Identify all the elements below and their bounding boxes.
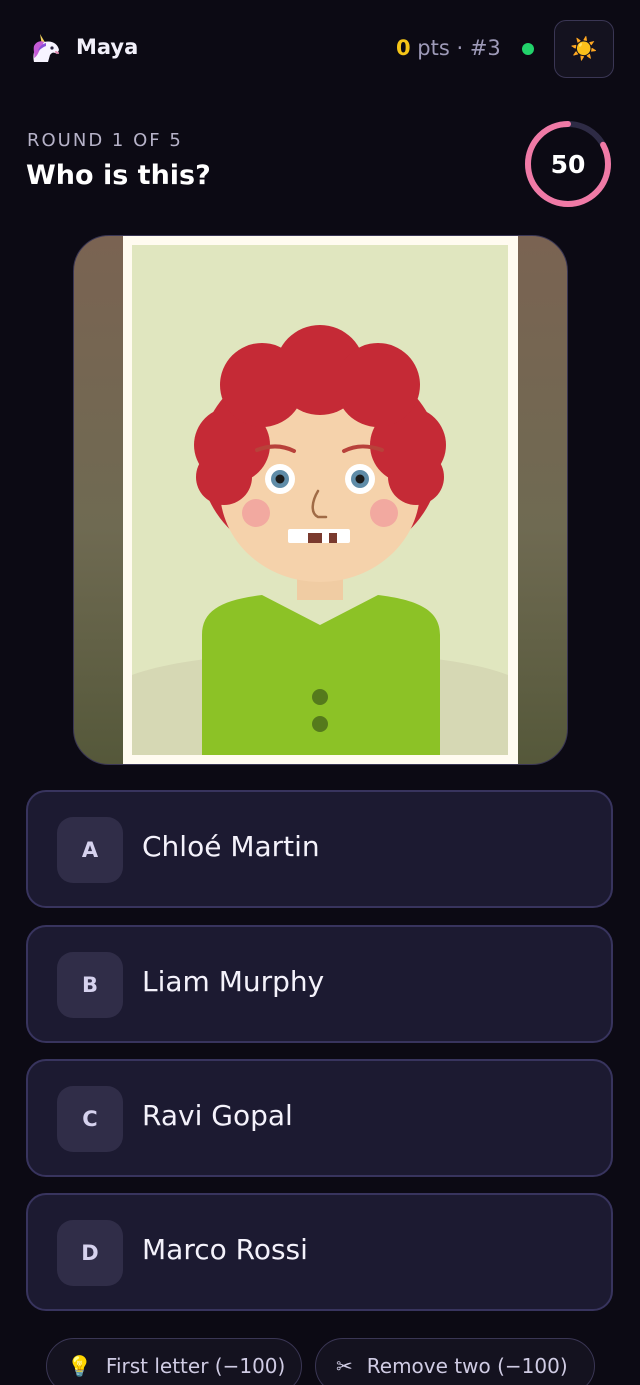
option-label: Chloé Martin <box>142 830 320 863</box>
score-display: 0 pts · #3 <box>396 36 501 60</box>
lifeline-label: First letter (−100) <box>105 1354 286 1378</box>
option-label: Marco Rossi <box>142 1233 308 1266</box>
option-label: Ravi Gopal <box>142 1099 293 1132</box>
scissors-icon: ✂ <box>336 1354 353 1378</box>
option-letter-badge: D <box>57 1220 123 1286</box>
online-status-dot <box>522 43 534 55</box>
answer-option-c[interactable]: C Ravi Gopal <box>26 1059 613 1177</box>
question-title: Who is this? <box>26 160 211 191</box>
sun-icon: ☀️ <box>570 36 598 62</box>
points-value: 0 <box>396 36 411 60</box>
remove-two-hint-button[interactable]: ✂ Remove two (−100) <box>315 1338 595 1385</box>
option-letter-badge: C <box>57 1086 123 1152</box>
answer-option-d[interactable]: D Marco Rossi <box>26 1193 613 1311</box>
portrait-card <box>73 235 568 765</box>
points-rank: pts · #3 <box>410 36 501 60</box>
answer-option-a[interactable]: A Chloé Martin <box>26 790 613 908</box>
lightbulb-icon: 💡 <box>67 1354 92 1378</box>
option-letter-badge: A <box>57 817 123 883</box>
answer-option-b[interactable]: B Liam Murphy <box>26 925 613 1043</box>
portrait-illustration <box>132 245 508 755</box>
portrait-frame <box>123 236 518 764</box>
timer-value: 50 <box>550 149 586 179</box>
lifeline-label: Remove two (−100) <box>366 1354 568 1378</box>
top-bar: Maya 0 pts · #3 ☀️ <box>0 0 640 100</box>
option-label: Liam Murphy <box>142 965 325 998</box>
option-letter-badge: B <box>57 952 123 1018</box>
round-label: ROUND 1 OF 5 <box>27 130 183 151</box>
first-letter-hint-button[interactable]: 💡 First letter (−100) <box>46 1338 302 1385</box>
username: Maya <box>76 35 139 59</box>
unicorn-icon[interactable] <box>26 28 66 68</box>
theme-toggle-button[interactable]: ☀️ <box>554 20 614 78</box>
